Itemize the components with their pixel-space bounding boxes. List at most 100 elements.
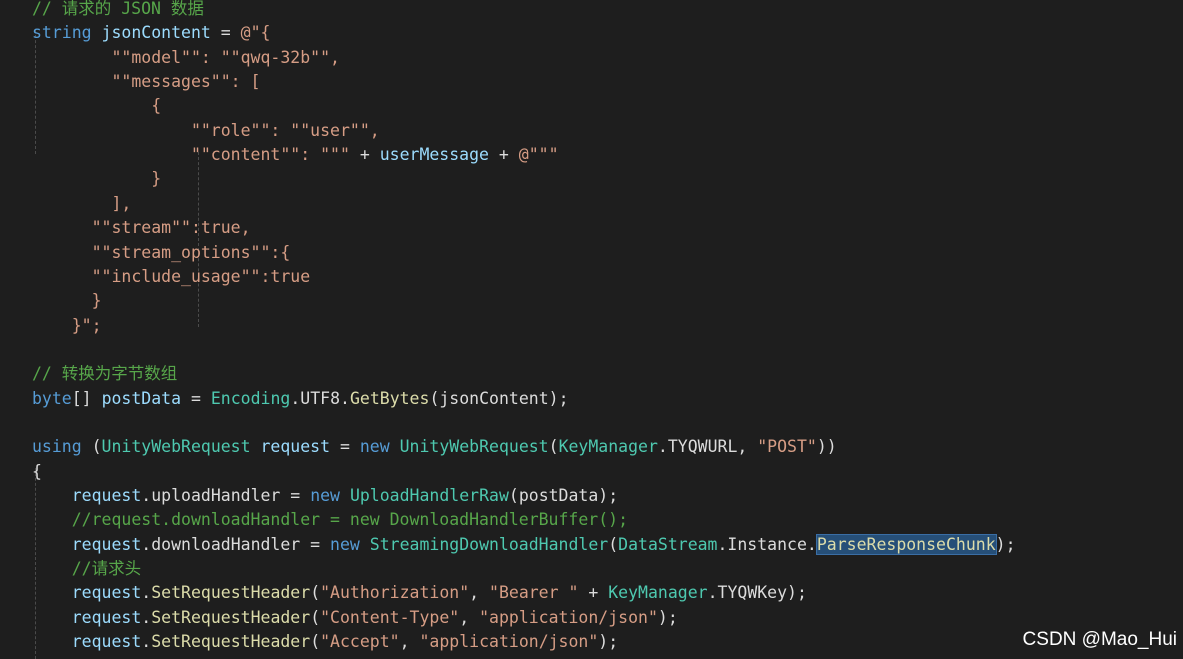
code-line[interactable]: ""include_usage"":true <box>32 265 311 289</box>
code-line[interactable]: ""model"": ""qwq-32b"", <box>32 46 340 70</box>
code-token: (jsonContent); <box>429 388 569 408</box>
code-token: , <box>459 607 480 627</box>
code-token: ( <box>548 437 559 457</box>
code-token: byte <box>32 388 72 408</box>
code-line[interactable]: request.SetRequestHeader("Content-Type",… <box>32 606 678 630</box>
code-token: UnityWebRequest <box>399 437 549 457</box>
code-token: ( <box>608 534 619 554</box>
code-token: jsonContent <box>101 23 211 43</box>
watermark: CSDN @Mao_Hui <box>1022 629 1177 650</box>
code-token: request <box>71 583 142 603</box>
code-token: ); <box>598 632 619 652</box>
code-token: = <box>330 437 360 457</box>
code-token: + <box>488 145 519 165</box>
code-token: ""model"": ""qwq-32b"", <box>32 47 340 67</box>
selected-token: ParseResponseChunk <box>815 533 997 555</box>
code-line[interactable]: ""role"": ""user"", <box>32 119 380 143</box>
code-token: @"{ <box>240 23 271 43</box>
code-token: // 转换为字节数组 <box>32 364 178 384</box>
code-line[interactable]: //request.downloadHandler = new Download… <box>32 508 628 532</box>
code-token: UnityWebRequest <box>101 437 251 457</box>
code-token: = <box>181 388 211 408</box>
code-token: Encoding <box>210 388 291 408</box>
code-token: StreamingDownloadHandler <box>369 534 609 554</box>
code-token: "Authorization" <box>320 583 470 603</box>
code-token: //请求头 <box>32 559 142 579</box>
code-token: UploadHandlerRaw <box>349 486 509 505</box>
code-token: //request.downloadHandler = new Download… <box>32 510 629 530</box>
code-line[interactable]: } <box>32 289 102 313</box>
code-token: GetBytes <box>349 388 430 408</box>
code-line[interactable]: { <box>32 94 161 118</box>
code-token: ( <box>310 607 321 627</box>
code-line[interactable]: string jsonContent = @"{ <box>32 21 270 45</box>
code-token: ( <box>310 632 321 652</box>
code-token: // 请求的 JSON 数据 <box>32 0 204 18</box>
code-line[interactable]: }"; <box>32 314 102 338</box>
code-line[interactable]: ""stream"":true, <box>32 216 251 240</box>
code-token: SetRequestHeader <box>151 632 311 652</box>
code-token: using <box>32 437 82 457</box>
code-line[interactable]: ], <box>32 192 131 216</box>
code-token: + <box>349 145 380 165</box>
code-token: SetRequestHeader <box>151 583 311 603</box>
code-token: request <box>71 486 142 505</box>
code-token: . <box>141 632 152 652</box>
code-token: KeyManager <box>558 437 658 457</box>
code-line[interactable]: byte[] postData = Encoding.UTF8.GetBytes… <box>32 387 569 411</box>
code-token: KeyManager <box>608 583 708 603</box>
code-token: request <box>71 632 142 652</box>
code-token: . <box>141 607 152 627</box>
code-token: .TYQWURL, <box>657 437 758 457</box>
code-token: userMessage <box>379 145 489 165</box>
code-token: ""stream_options"":{ <box>32 242 291 262</box>
code-token: ], <box>32 193 132 213</box>
code-line[interactable]: // 转换为字节数组 <box>32 362 177 386</box>
code-line[interactable]: { <box>32 460 42 484</box>
code-line[interactable]: //请求头 <box>32 557 141 581</box>
code-token: postData <box>101 388 182 408</box>
code-token: request <box>71 534 142 554</box>
code-line[interactable]: request.uploadHandler = new UploadHandle… <box>32 484 618 508</box>
code-token: string <box>32 23 102 43</box>
code-token: request <box>71 607 142 627</box>
code-token: new <box>359 437 400 457</box>
code-token: .Instance. <box>717 534 817 554</box>
code-token: } <box>32 291 102 311</box>
code-editor[interactable]: // 请求的 JSON 数据 string jsonContent = @"{ "… <box>0 0 1183 659</box>
code-token: , <box>399 632 420 652</box>
code-token: DataStream <box>618 534 718 554</box>
code-line[interactable]: request.SetRequestHeader("Authorization"… <box>32 581 807 605</box>
code-token: ); <box>657 607 678 627</box>
code-token: .TYQWKey); <box>707 583 807 603</box>
code-line[interactable]: ""messages"": [ <box>32 70 260 94</box>
code-token: (postData); <box>508 486 619 505</box>
code-line[interactable]: ""content"": """ + userMessage + @""" <box>32 143 559 167</box>
code-token: . <box>141 583 152 603</box>
code-token: "Accept" <box>320 632 400 652</box>
code-token: + <box>578 583 609 603</box>
code-token: ""content"": """ <box>32 145 350 165</box>
code-token: .UTF8. <box>290 388 350 408</box>
code-token: ""include_usage"":true <box>32 266 311 286</box>
code-token: request <box>260 437 331 457</box>
code-token: SetRequestHeader <box>151 607 311 627</box>
code-line[interactable]: ""stream_options"":{ <box>32 241 291 265</box>
code-token: "Content-Type" <box>320 607 460 627</box>
code-token: ""messages"": [ <box>32 72 261 92</box>
code-token: new <box>330 534 370 554</box>
code-line[interactable]: request.SetRequestHeader("Accept", "appl… <box>32 630 618 654</box>
code-token: @""" <box>518 145 559 165</box>
code-line[interactable]: request.downloadHandler = new StreamingD… <box>32 533 1016 557</box>
code-line[interactable]: using (UnityWebRequest request = new Uni… <box>32 435 837 459</box>
code-token: }"; <box>32 315 102 335</box>
code-token: "POST" <box>757 437 817 457</box>
code-token: [] <box>71 388 102 408</box>
code-token: ); <box>995 534 1016 554</box>
code-line[interactable]: // 请求的 JSON 数据 <box>32 0 204 21</box>
code-line[interactable]: } <box>32 167 161 191</box>
